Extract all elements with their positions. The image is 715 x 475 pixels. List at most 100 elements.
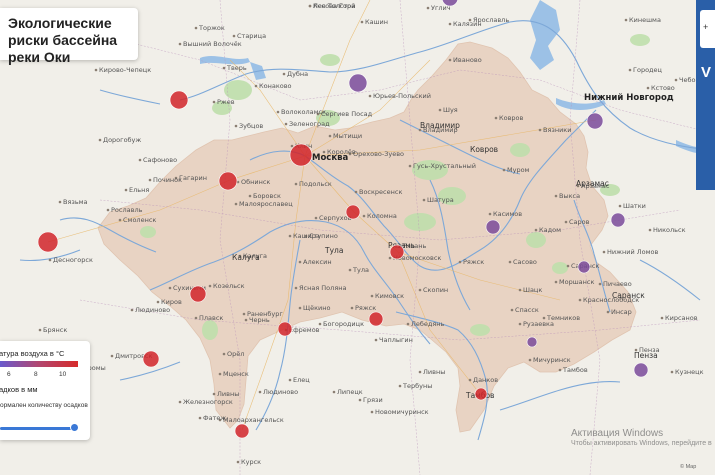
town-label: Дубна	[287, 70, 308, 78]
station-marker[interactable]	[526, 336, 538, 348]
legend-normal-label: ормален количеству осадков	[0, 402, 88, 409]
town-dot	[624, 18, 628, 22]
town-label: Спасск	[515, 306, 539, 314]
town-dot	[308, 4, 312, 8]
station-marker[interactable]	[577, 260, 591, 274]
station-marker[interactable]	[142, 350, 160, 368]
town-label: Чаплыгин	[379, 336, 413, 344]
town-label: Тула	[352, 266, 369, 274]
town-label: Ржев	[217, 98, 235, 106]
town-label: Елец	[293, 376, 310, 384]
town-dot	[418, 370, 422, 374]
station-marker[interactable]	[610, 212, 626, 228]
town-dot	[178, 42, 182, 46]
town-label: Раненбург	[247, 310, 283, 318]
city-label: Владимир	[420, 121, 460, 130]
town-dot	[118, 218, 122, 222]
town-label: Ковров	[499, 114, 524, 122]
station-marker[interactable]	[348, 73, 368, 93]
town-dot	[38, 328, 42, 332]
station-marker[interactable]	[218, 171, 238, 191]
town-label: Липецк	[337, 388, 363, 396]
station-marker[interactable]	[633, 362, 649, 378]
station-marker[interactable]	[37, 231, 59, 253]
town-label: Ясная Поляна	[299, 284, 346, 292]
town-label: Гусь-Хрустальный	[413, 162, 476, 170]
town-dot	[156, 300, 160, 304]
legend-temperature-label: атура воздуха в °C	[0, 349, 65, 358]
station-marker[interactable]	[169, 90, 189, 110]
town-label: Тамбов	[562, 366, 588, 374]
town-dot	[368, 94, 372, 98]
town-dot	[208, 284, 212, 288]
town-label: Кадом	[539, 226, 561, 234]
town-label: Кузнецк	[675, 368, 704, 376]
town-label: Лебедянь	[411, 320, 445, 328]
town-dot	[222, 352, 226, 356]
town-dot	[674, 78, 678, 82]
town-dot	[468, 378, 472, 382]
town-label: Подольск	[299, 180, 332, 188]
town-dot	[494, 116, 498, 120]
town-dot	[554, 280, 558, 284]
station-marker[interactable]	[586, 112, 604, 130]
side-panel-toggle[interactable]: +	[700, 10, 715, 48]
town-dot	[222, 66, 226, 70]
town-dot	[406, 322, 410, 326]
town-dot	[458, 260, 462, 264]
town-label: Десногорск	[53, 256, 93, 264]
town-label: Мценск	[223, 370, 249, 378]
town-label: Малоархангельск	[223, 416, 284, 424]
town-label: Сергиев Посад	[321, 110, 373, 118]
map-canvas[interactable]: Кесова ГораКашин КалязинУгличЯрославль Кин…	[0, 0, 715, 475]
station-marker[interactable]	[189, 285, 207, 303]
town-label: Брянск	[43, 326, 67, 334]
station-marker[interactable]	[234, 423, 250, 439]
station-marker[interactable]	[368, 311, 384, 327]
town-dot	[294, 182, 298, 186]
precipitation-slider-track[interactable]	[0, 427, 74, 430]
town-label: Боровск	[253, 192, 281, 200]
town-dot	[348, 268, 352, 272]
town-label: Вязники	[543, 126, 571, 134]
town-dot	[106, 208, 110, 212]
station-marker[interactable]	[389, 244, 405, 260]
town-dot	[218, 372, 222, 376]
town-label: Моршанск	[559, 278, 594, 286]
town-dot	[418, 288, 422, 292]
station-marker[interactable]	[345, 204, 361, 220]
precipitation-slider-handle[interactable]	[70, 423, 79, 432]
town-dot	[448, 22, 452, 26]
station-marker[interactable]	[474, 387, 488, 401]
town-label: Тверь	[226, 64, 247, 72]
town-label: Муром	[507, 166, 530, 174]
legend-tick: 6	[7, 371, 11, 378]
town-dot	[448, 58, 452, 62]
town-dot	[660, 316, 664, 320]
town-label: Ефремов	[289, 326, 320, 334]
station-marker[interactable]	[277, 321, 293, 337]
city-label: Пенза	[634, 351, 658, 360]
town-dot	[374, 338, 378, 342]
town-label: Зубцов	[239, 122, 263, 130]
side-panel-letter: V	[701, 64, 712, 81]
town-label: Шуя	[443, 106, 458, 114]
town-label: Обнинск	[241, 178, 270, 186]
town-dot	[602, 250, 606, 254]
town-label: Торжок	[198, 24, 225, 32]
side-panel[interactable]: + V	[696, 0, 715, 190]
station-marker[interactable]	[485, 219, 501, 235]
town-label: Дорогобуж	[103, 136, 141, 144]
town-dot	[254, 84, 258, 88]
station-marker[interactable]	[289, 143, 313, 167]
title-card: Экологические риски бассейна реки Оки	[0, 8, 138, 65]
watermark-line-1: Активация Windows	[571, 428, 664, 439]
town-label: Скопин	[423, 286, 448, 294]
town-label: Людиново	[263, 388, 298, 396]
town-label: Городец	[633, 66, 663, 74]
town-label: Плавск	[199, 314, 223, 322]
town-dot	[628, 68, 632, 72]
town-label: Сафоново	[143, 156, 177, 164]
town-label: Кирово-Чепецк	[99, 66, 151, 74]
town-dot	[350, 306, 354, 310]
